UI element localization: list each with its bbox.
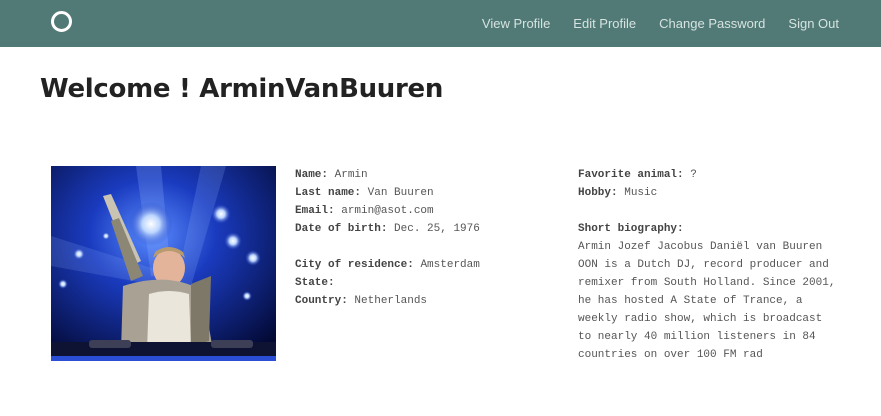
state-row: State: bbox=[295, 274, 545, 292]
nav-change-password[interactable]: Change Password bbox=[659, 16, 765, 31]
page-title: Welcome ! ArminVanBuuren bbox=[40, 74, 444, 104]
dj-photo-image bbox=[51, 166, 276, 361]
animal-row: Favorite animal: ? bbox=[578, 166, 848, 184]
last-name-value: Van Buuren bbox=[367, 187, 434, 199]
profile-photo bbox=[51, 166, 276, 361]
name-value: Armin bbox=[334, 169, 368, 181]
country-value: Netherlands bbox=[354, 295, 428, 307]
hobby-label: Hobby: bbox=[578, 187, 618, 199]
bio-label-row: Short biography: bbox=[578, 220, 848, 238]
email-label: Email: bbox=[295, 205, 335, 217]
dob-value: Dec. 25, 1976 bbox=[394, 223, 480, 235]
email-value: armin@asot.com bbox=[341, 205, 434, 217]
bio-text: Armin Jozef Jacobus Daniël van Buuren OO… bbox=[578, 241, 836, 361]
nav-links: View Profile Edit Profile Change Passwor… bbox=[459, 0, 839, 47]
dob-label: Date of birth: bbox=[295, 223, 388, 235]
city-value: Amsterdam bbox=[420, 259, 480, 271]
city-label: City of residence: bbox=[295, 259, 414, 271]
nav-view-profile[interactable]: View Profile bbox=[482, 16, 550, 31]
email-row: Email: armin@asot.com bbox=[295, 202, 545, 220]
hobby-row: Hobby: Music bbox=[578, 184, 848, 202]
profile-extra: Favorite animal: ? Hobby: Music Short bi… bbox=[578, 166, 848, 364]
name-label: Name: bbox=[295, 169, 329, 181]
city-row: City of residence: Amsterdam bbox=[295, 256, 545, 274]
dob-row: Date of birth: Dec. 25, 1976 bbox=[295, 220, 545, 238]
last-name-row: Last name: Van Buuren bbox=[295, 184, 545, 202]
nav-sign-out[interactable]: Sign Out bbox=[788, 16, 839, 31]
logo-ring-icon[interactable] bbox=[51, 11, 72, 32]
profile-details: Name: Armin Last name: Van Buuren Email:… bbox=[295, 166, 545, 310]
navbar: View Profile Edit Profile Change Passwor… bbox=[0, 0, 881, 47]
name-row: Name: Armin bbox=[295, 166, 545, 184]
country-label: Country: bbox=[295, 295, 348, 307]
animal-label: Favorite animal: bbox=[578, 169, 684, 181]
animal-value: ? bbox=[690, 169, 697, 181]
nav-edit-profile[interactable]: Edit Profile bbox=[573, 16, 636, 31]
last-name-label: Last name: bbox=[295, 187, 362, 199]
bio-label: Short biography: bbox=[578, 223, 684, 235]
state-label: State: bbox=[295, 277, 335, 289]
hobby-value: Music bbox=[624, 187, 658, 199]
country-row: Country: Netherlands bbox=[295, 292, 545, 310]
